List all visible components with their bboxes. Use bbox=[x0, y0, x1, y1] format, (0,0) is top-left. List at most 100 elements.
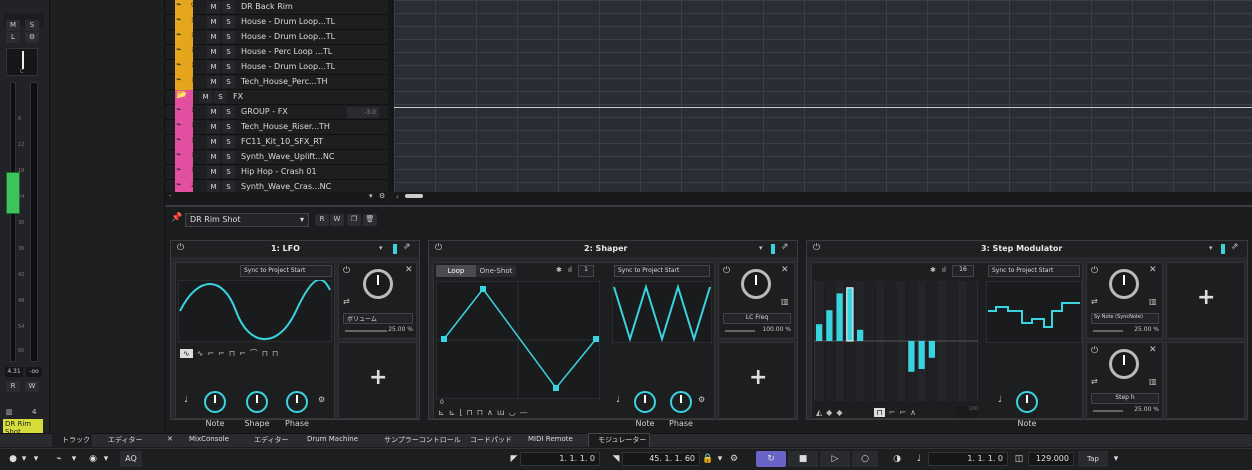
strip-solo-button[interactable]: S bbox=[25, 20, 39, 31]
track-list-divider[interactable] bbox=[388, 0, 394, 192]
stop-button[interactable]: ■ bbox=[788, 451, 818, 467]
snap-icon[interactable]: ✱ bbox=[930, 266, 936, 274]
lfo-waveform[interactable] bbox=[178, 280, 332, 342]
chevron-down-icon[interactable]: ▾ bbox=[379, 244, 383, 252]
strip-edit-button[interactable]: ⚙ bbox=[25, 32, 39, 43]
right-locator-field[interactable]: 45. 1. 1. 60 bbox=[622, 452, 700, 466]
tab-editor[interactable]: エディター bbox=[108, 435, 143, 445]
track-selector[interactable]: DR Rim Shot ▾ bbox=[185, 213, 309, 227]
power-icon[interactable]: ⏻ bbox=[1091, 266, 1098, 276]
sine-shape-icon[interactable]: ∿ bbox=[180, 348, 193, 358]
track-mute-button[interactable]: M bbox=[207, 151, 220, 163]
cycle-button[interactable]: ↻ bbox=[756, 451, 786, 467]
right-locator-icon[interactable]: ◥ bbox=[610, 451, 622, 467]
track-solo-button[interactable]: S bbox=[222, 136, 235, 148]
track-name[interactable]: Hip Hop - Crash 01 bbox=[241, 167, 317, 176]
note-icon[interactable]: ♩ bbox=[912, 451, 926, 467]
volume-fader-track[interactable] bbox=[10, 82, 16, 362]
step-bar[interactable] bbox=[908, 341, 915, 372]
keyboard-icon[interactable]: ▥ bbox=[781, 297, 789, 306]
track-row[interactable]: ⌁ 11 M S House - Drum Loop...TL bbox=[165, 30, 388, 45]
chevron-down-icon[interactable]: ▾ bbox=[18, 451, 30, 467]
step-shape-icon[interactable]: ⊓ bbox=[262, 349, 268, 358]
track-mute-button[interactable]: M bbox=[207, 76, 220, 88]
trash-icon[interactable]: 🗑 bbox=[363, 214, 377, 226]
link-icon[interactable]: ⇄ bbox=[1091, 297, 1098, 306]
mod-read-button[interactable]: R bbox=[315, 214, 329, 226]
steps-dropdown[interactable]: 1 bbox=[578, 265, 594, 277]
track-mute-button[interactable]: M bbox=[207, 121, 220, 133]
target-dropdown[interactable]: ボリューム bbox=[343, 313, 413, 324]
step-bar[interactable] bbox=[816, 324, 823, 341]
step-bar[interactable] bbox=[836, 293, 843, 341]
track-solo-button[interactable]: S bbox=[222, 121, 235, 133]
settings-icon[interactable]: ⚙ bbox=[379, 192, 385, 200]
oneshot-tab[interactable]: One-Shot bbox=[476, 265, 516, 277]
step-bar[interactable] bbox=[826, 310, 833, 341]
target-dropdown[interactable]: Sy Note (SyncNote) bbox=[1091, 313, 1159, 324]
record-button[interactable]: ○ bbox=[852, 451, 878, 467]
phase-knob[interactable] bbox=[670, 391, 692, 413]
track-name[interactable]: FX bbox=[233, 92, 243, 101]
square-shape-icon[interactable]: ⊓ bbox=[229, 349, 235, 358]
track-name[interactable]: House - Perc Loop ...TL bbox=[241, 47, 332, 56]
keyboard-icon[interactable]: ▥ bbox=[1149, 297, 1157, 306]
arrange-grid[interactable] bbox=[394, 0, 1252, 192]
track-solo-button[interactable]: S bbox=[214, 91, 227, 103]
power-icon[interactable]: ⏻ bbox=[177, 243, 184, 253]
folder-track-row[interactable]: 📂 M S FX bbox=[165, 90, 388, 105]
track-mute-button[interactable]: M bbox=[199, 91, 212, 103]
track-row[interactable]: ⌁ 18 M S Synth_Wave_Uplift...NC bbox=[165, 150, 388, 165]
depth-knob[interactable] bbox=[741, 269, 771, 299]
power-icon[interactable]: ⏻ bbox=[723, 266, 730, 276]
power-icon[interactable]: ⏻ bbox=[435, 243, 442, 253]
track-mute-button[interactable]: M bbox=[207, 166, 220, 178]
punch-icon[interactable]: ▾ bbox=[30, 451, 42, 467]
track-row[interactable]: ⌁ 9 M S DR Back Rim bbox=[165, 0, 388, 15]
curve-shape-icon[interactable]: ∧ bbox=[910, 408, 916, 417]
settings-icon[interactable]: ⚙ bbox=[698, 395, 705, 404]
track-volume[interactable]: -3.0 bbox=[347, 107, 379, 118]
note-knob[interactable] bbox=[634, 391, 656, 413]
shape-preset-icon[interactable]: ⊾ bbox=[438, 408, 445, 417]
track-row[interactable]: ⌁ 14 M S Tech_House_Perc...TH bbox=[165, 75, 388, 90]
chevron-down-icon[interactable]: ▾ bbox=[100, 451, 112, 467]
track-name[interactable]: House - Drum Loop...TL bbox=[241, 62, 335, 71]
shape-preset-icon[interactable]: ɯ bbox=[497, 408, 505, 417]
step-bar[interactable] bbox=[918, 341, 925, 369]
grid-icon[interactable]: ıl bbox=[942, 266, 946, 274]
pulse-shape-icon[interactable]: ⌐ bbox=[239, 349, 246, 358]
tab-modulators[interactable]: モジュレーター bbox=[598, 435, 646, 445]
copy-icon[interactable]: ❐ bbox=[347, 214, 361, 226]
keyboard-icon[interactable]: ▥ bbox=[1149, 377, 1157, 386]
track-mute-button[interactable]: M bbox=[207, 31, 220, 43]
track-name[interactable]: House - Drum Loop...TL bbox=[241, 17, 335, 26]
track-solo-button[interactable]: S bbox=[222, 61, 235, 73]
left-locator-field[interactable]: 1. 1. 1. 0 bbox=[520, 452, 600, 466]
shape-preset-icon[interactable]: — bbox=[520, 408, 528, 417]
amount-slider[interactable]: 100.00 % bbox=[723, 326, 791, 336]
close-icon[interactable]: ✕ bbox=[405, 265, 413, 275]
curve-shape-icon[interactable]: ⌒ bbox=[250, 348, 258, 359]
step-shape-icon[interactable]: ⊓ bbox=[874, 407, 885, 417]
track-mute-button[interactable]: M bbox=[207, 106, 220, 118]
expand-icon[interactable]: ⇗ bbox=[403, 242, 411, 252]
sync-dropdown[interactable]: Sync to Project Start bbox=[240, 265, 332, 277]
sync-dropdown[interactable]: Sync to Project Start bbox=[988, 265, 1080, 277]
metronome-icon[interactable]: ◉ bbox=[86, 451, 100, 467]
amount-slider[interactable]: 25.00 % bbox=[1091, 326, 1159, 336]
ramp-shape-icon[interactable]: ⌐ bbox=[218, 349, 225, 358]
shape-preset-icon[interactable]: ◡ bbox=[509, 408, 516, 417]
waveform-icon[interactable]: ⌁ bbox=[50, 451, 68, 467]
shaper-curve-editor[interactable] bbox=[436, 281, 600, 399]
link-icon[interactable]: ⇄ bbox=[343, 297, 350, 306]
step-bar[interactable] bbox=[846, 287, 854, 342]
track-name[interactable]: Tech_House_Perc...TH bbox=[241, 77, 328, 86]
track-mute-button[interactable]: M bbox=[207, 46, 220, 58]
track-row[interactable]: ⌁ 17 M S FC11_Kit_10_SFX_RT bbox=[165, 135, 388, 150]
sync-icon[interactable]: ◫ bbox=[1012, 451, 1026, 467]
expand-icon[interactable]: ⇗ bbox=[1231, 242, 1239, 252]
track-solo-button[interactable]: S bbox=[222, 151, 235, 163]
track-mute-button[interactable]: M bbox=[207, 16, 220, 28]
close-icon[interactable]: ✕ bbox=[1149, 345, 1157, 355]
